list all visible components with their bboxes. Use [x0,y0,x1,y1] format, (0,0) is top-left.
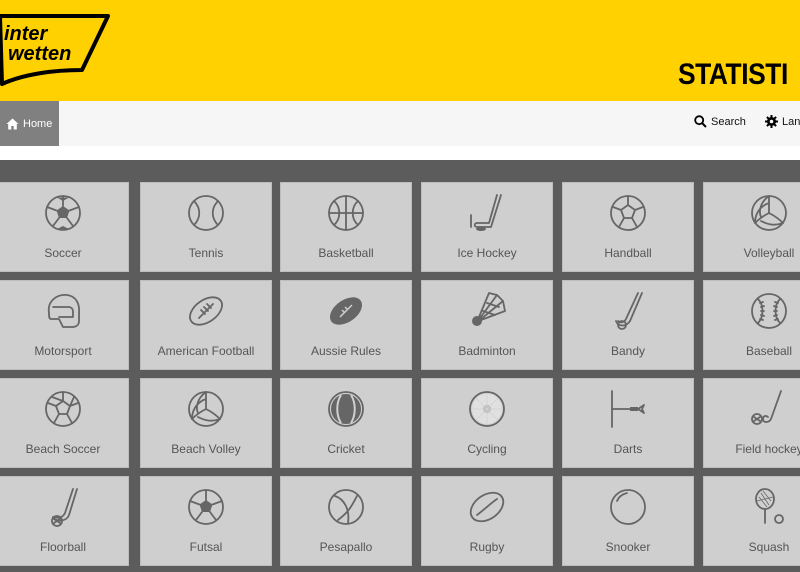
sport-tile-label: Field hockey [735,442,800,456]
sport-tile-american-football[interactable]: American Football [140,280,272,370]
sport-tile-label: Baseball [745,344,793,358]
floorball-icon [43,487,83,527]
sport-tile-label: Darts [613,442,643,456]
sport-tile-label: Basketball [318,246,374,260]
nav-language-label: Lan [782,115,800,128]
helmet-icon [43,291,83,331]
bandy-stick-icon [608,291,648,331]
search-icon [694,115,707,128]
sport-tile-beach-soccer[interactable]: Beach Soccer [0,378,129,468]
sport-tile-label: Bandy [610,344,646,358]
sport-tile-label: Futsal [189,540,223,554]
sport-tile-label: Cricket [327,442,365,456]
sport-tile-handball[interactable]: Handball [562,182,694,272]
sport-tile-label: Rugby [469,540,505,554]
logo-line2: wetten [8,43,71,65]
sport-tile-snooker[interactable]: Snooker [562,476,694,566]
squash-racket-icon [749,487,789,527]
nav-search-label: Search [711,115,746,128]
volleyball-icon [749,193,789,233]
gear-icon [765,115,778,128]
separator [0,146,800,160]
snooker-ball-icon [608,487,648,527]
beach-volley-icon [186,389,226,429]
sport-tile-label: Snooker [605,540,651,554]
field-hockey-icon [749,389,789,429]
nav-home-button[interactable]: Home [0,101,59,146]
aussie-rules-ball-icon [326,291,366,331]
sport-tile-label: Badminton [458,344,516,358]
home-icon [6,118,19,130]
sport-tile-bandy[interactable]: Bandy [562,280,694,370]
sport-tile-ice-hockey[interactable]: Ice Hockey [421,182,553,272]
sport-tile-badminton[interactable]: Badminton [421,280,553,370]
sport-tile-label: Aussie Rules [310,344,382,358]
pesapallo-ball-icon [326,487,366,527]
sport-tile-rugby[interactable]: Rugby [421,476,553,566]
soccer-ball-icon [43,193,83,233]
sport-tile-label: Squash [748,540,790,554]
sport-tile-label: Motorsport [34,344,92,358]
page-title: STATISTI [678,58,788,91]
sport-tile-squash[interactable]: Squash [703,476,800,566]
dart-icon [608,389,648,429]
sport-tile-beach-volley[interactable]: Beach Volley [140,378,272,468]
nav-search-button[interactable]: Search [694,115,746,128]
sport-tile-label: Pesapallo [319,540,373,554]
sport-tile-label: Handball [604,246,652,260]
sport-tile-field-hockey[interactable]: Field hockey [703,378,800,468]
sport-tile-label: Soccer [44,246,82,260]
sport-tile-floorball[interactable]: Floorball [0,476,129,566]
cycling-wheel-icon [467,389,507,429]
sport-tile-label: Floorball [39,540,87,554]
cricket-ball-icon [326,389,366,429]
sport-tile-baseball[interactable]: Baseball [703,280,800,370]
tennis-ball-icon [186,193,226,233]
futsal-ball-icon [186,487,226,527]
ice-hockey-icon [467,193,507,233]
sport-tile-label: Ice Hockey [457,246,517,260]
sport-tile-label: Volleyball [743,246,795,260]
sport-tile-label: Tennis [188,246,224,260]
sport-tile-basketball[interactable]: Basketball [280,182,412,272]
nav-language-button[interactable]: Lan [765,115,800,128]
sport-tile-cycling[interactable]: Cycling [421,378,553,468]
interwetten-logo[interactable]: inter wetten [0,12,110,88]
basketball-icon [326,193,366,233]
sport-tile-cricket[interactable]: Cricket [280,378,412,468]
beach-soccer-icon [43,389,83,429]
sport-tile-darts[interactable]: Darts [562,378,694,468]
baseball-icon [749,291,789,331]
navbar: Home Search Lan [0,101,800,146]
sport-tile-soccer[interactable]: Soccer [0,182,129,272]
nav-home-label: Home [23,117,53,130]
sport-tile-label: Cycling [467,442,507,456]
sport-tile-pesapallo[interactable]: Pesapallo [280,476,412,566]
sport-tile-futsal[interactable]: Futsal [140,476,272,566]
sports-grid: Soccer Tennis Basketball Ice Hockey Handball… [0,160,800,572]
american-football-icon [186,291,226,331]
sport-tile-label: Beach Volley [171,442,241,456]
header: inter wetten STATISTI [0,0,800,101]
sport-tile-tennis[interactable]: Tennis [140,182,272,272]
sport-tile-label: American Football [157,344,255,358]
shuttlecock-icon [467,291,507,331]
sport-tile-volleyball[interactable]: Volleyball [703,182,800,272]
rugby-ball-icon [467,487,507,527]
sport-tile-aussie-rules[interactable]: Aussie Rules [280,280,412,370]
handball-icon [608,193,648,233]
sport-tile-motorsport[interactable]: Motorsport [0,280,129,370]
logo-line1: inter [4,23,49,45]
sport-tile-label: Beach Soccer [25,442,101,456]
